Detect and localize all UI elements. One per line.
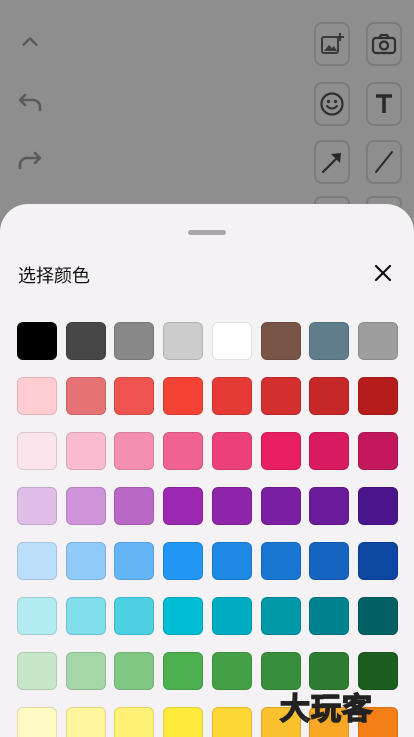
undo-icon (18, 93, 42, 112)
color-swatch[interactable] (309, 322, 350, 360)
color-swatch[interactable] (211, 432, 252, 470)
close-button[interactable] (368, 258, 398, 288)
color-swatch[interactable] (114, 487, 155, 525)
color-swatch[interactable] (17, 652, 57, 690)
color-swatch[interactable] (309, 597, 350, 635)
color-swatch[interactable] (211, 487, 252, 525)
color-swatch[interactable] (114, 322, 155, 360)
color-swatch[interactable] (357, 542, 398, 580)
color-swatch[interactable] (309, 432, 350, 470)
color-swatch[interactable] (163, 487, 204, 525)
color-swatch[interactable] (260, 377, 301, 415)
color-swatch[interactable] (309, 487, 350, 525)
color-swatch[interactable] (163, 597, 204, 635)
color-swatch[interactable] (17, 542, 57, 580)
text-icon (376, 94, 392, 113)
color-swatch[interactable] (17, 432, 57, 470)
color-swatch[interactable] (163, 377, 204, 415)
collapse-up-button[interactable] (10, 22, 50, 62)
color-swatch[interactable] (211, 707, 252, 737)
color-swatch[interactable] (65, 597, 106, 635)
color-swatch[interactable] (260, 487, 301, 525)
redo-icon (18, 151, 42, 170)
watermark-logo: 大玩客 (279, 691, 373, 728)
arrow-icon (321, 153, 341, 174)
sheet-title: 选择颜色 (18, 266, 90, 287)
color-swatch[interactable] (309, 377, 350, 415)
color-swatch[interactable] (309, 542, 350, 580)
color-swatch[interactable] (65, 322, 106, 360)
drag-handle[interactable] (188, 230, 226, 235)
color-swatch[interactable] (114, 597, 155, 635)
camera-button[interactable] (366, 22, 402, 66)
close-icon (374, 264, 392, 282)
color-swatch[interactable] (17, 322, 57, 360)
color-swatch[interactable] (163, 432, 204, 470)
color-swatch[interactable] (65, 377, 106, 415)
color-swatch[interactable] (114, 652, 155, 690)
color-swatch[interactable] (65, 542, 106, 580)
chevron-up-icon (22, 37, 38, 46)
color-swatch[interactable] (65, 652, 106, 690)
color-swatch[interactable] (163, 322, 204, 360)
color-swatch[interactable] (260, 322, 301, 360)
color-swatch[interactable] (357, 377, 398, 415)
color-swatch[interactable] (65, 487, 106, 525)
color-swatch[interactable] (211, 597, 252, 635)
camera-icon (371, 33, 397, 55)
color-swatch[interactable] (211, 377, 252, 415)
line-icon (375, 151, 393, 173)
color-swatch[interactable] (211, 322, 252, 360)
color-swatch[interactable] (114, 542, 155, 580)
emoji-icon (320, 92, 344, 116)
arrow-tool-button[interactable] (314, 140, 350, 184)
color-swatch[interactable] (17, 377, 57, 415)
color-swatch[interactable] (211, 652, 252, 690)
color-swatch[interactable] (163, 542, 204, 580)
color-swatch[interactable] (163, 652, 204, 690)
color-swatch[interactable] (211, 542, 252, 580)
color-swatch[interactable] (357, 597, 398, 635)
text-tool-button[interactable] (366, 82, 402, 126)
undo-button[interactable] (10, 84, 50, 124)
color-swatch[interactable] (260, 432, 301, 470)
color-swatch[interactable] (260, 597, 301, 635)
redo-button[interactable] (10, 142, 50, 182)
color-swatch[interactable] (114, 707, 155, 737)
color-picker-sheet: 选择颜色 (0, 204, 414, 737)
color-swatch[interactable] (357, 487, 398, 525)
emoji-button[interactable] (314, 82, 350, 126)
add-image-button[interactable] (314, 22, 350, 66)
color-swatch[interactable] (65, 707, 106, 737)
color-swatch[interactable] (17, 707, 57, 737)
color-swatch[interactable] (163, 707, 204, 737)
color-swatch[interactable] (357, 432, 398, 470)
color-swatch[interactable] (114, 377, 155, 415)
color-swatch[interactable] (357, 322, 398, 360)
color-swatch[interactable] (260, 542, 301, 580)
line-tool-button[interactable] (366, 140, 402, 184)
add-image-icon (321, 33, 344, 54)
color-swatch[interactable] (65, 432, 106, 470)
color-swatch[interactable] (17, 597, 57, 635)
color-swatch[interactable] (17, 487, 57, 525)
color-swatch[interactable] (114, 432, 155, 470)
